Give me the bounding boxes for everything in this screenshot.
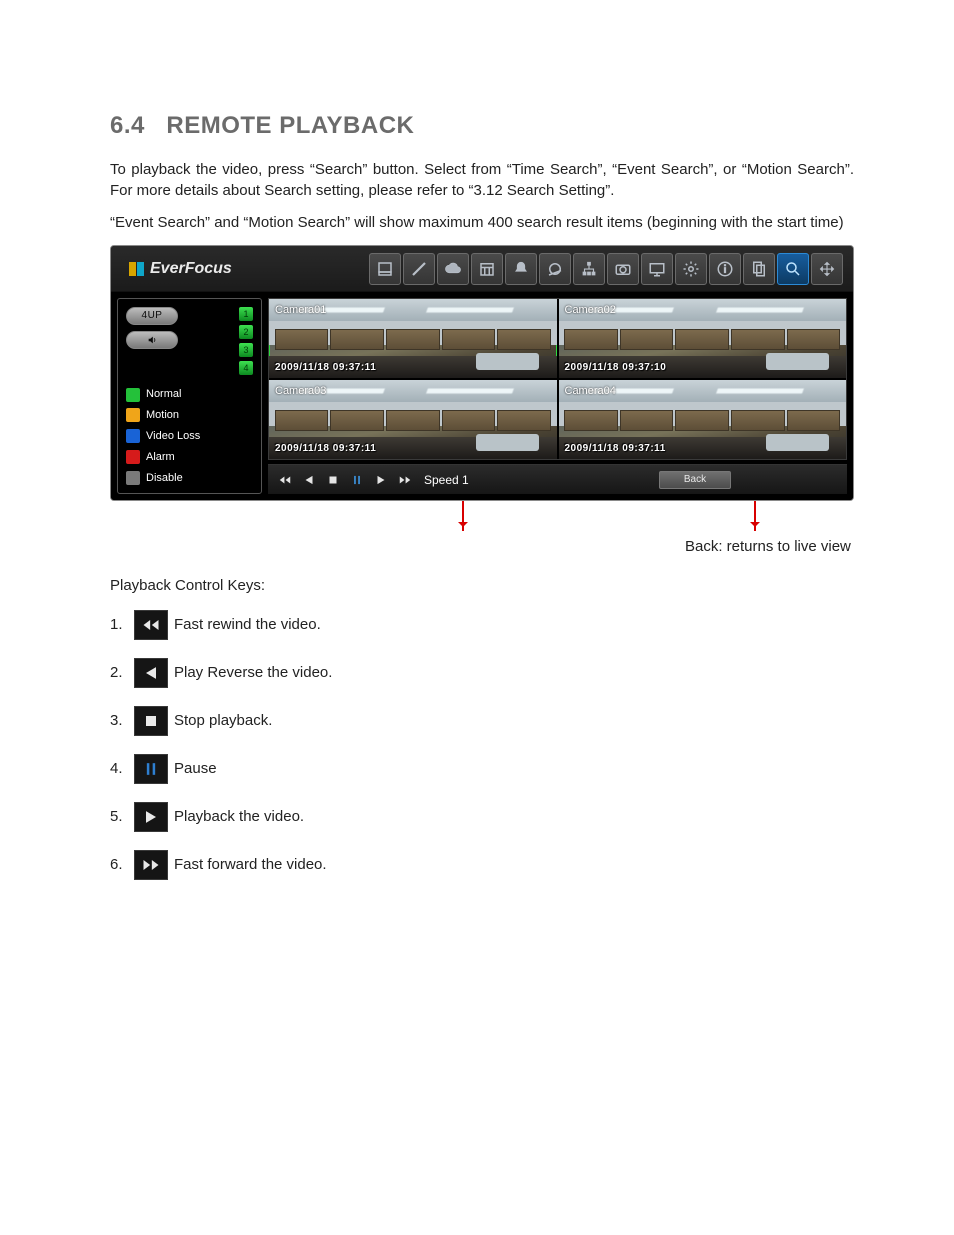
- toolbar-cloud-icon[interactable]: [437, 253, 469, 285]
- camera-2-label: Camera02: [565, 303, 616, 318]
- toolbar-info-icon[interactable]: [709, 253, 741, 285]
- list-item: 6. Fast forward the video.: [110, 850, 854, 880]
- camera-tile-4[interactable]: Camera04 2009/11/18 09:37:11: [559, 380, 847, 459]
- camera-3-timestamp: 2009/11/18 09:37:11: [275, 442, 376, 456]
- back-button[interactable]: Back: [659, 471, 731, 489]
- camera-tile-1[interactable]: Camera01 2009/11/18 09:37:11: [269, 299, 557, 378]
- play-button[interactable]: [370, 469, 392, 491]
- brand-logo: EverFocus: [121, 254, 240, 284]
- fast-forward-button[interactable]: [394, 469, 416, 491]
- section-heading: 6.4 REMOTE PLAYBACK: [110, 110, 854, 142]
- list-item: 5. Playback the video.: [110, 802, 854, 832]
- sidebar: 4UP 1 2 3 4 Normal Motion Video Loss Ala…: [117, 298, 262, 494]
- playback-key-list: 1. Fast rewind the video. 2. Play Revers…: [110, 610, 854, 880]
- brand-text: EverFocus: [150, 258, 232, 280]
- key-text-3: Stop playback.: [174, 711, 272, 731]
- toolbar-slash-icon[interactable]: [403, 253, 435, 285]
- legend-swatch-normal: [126, 388, 140, 402]
- pause-icon: [134, 754, 168, 784]
- key-text-5: Playback the video.: [174, 807, 304, 827]
- fast-forward-icon: [134, 850, 168, 880]
- toolbar-calendar-icon[interactable]: [471, 253, 503, 285]
- play-reverse-icon: [134, 658, 168, 688]
- fast-rewind-icon: [134, 610, 168, 640]
- four-up-button[interactable]: 4UP: [126, 307, 178, 325]
- list-item: 1. Fast rewind the video.: [110, 610, 854, 640]
- toolbar-storage-icon[interactable]: [369, 253, 401, 285]
- cam-indicator-4[interactable]: 4: [239, 361, 253, 375]
- legend-motion: Motion: [146, 408, 179, 423]
- toolbar-camera-icon[interactable]: [607, 253, 639, 285]
- camera-4-timestamp: 2009/11/18 09:37:11: [565, 442, 666, 456]
- camera-2-timestamp: 2009/11/18 09:37:10: [565, 361, 667, 375]
- key-text-1: Fast rewind the video.: [174, 615, 321, 635]
- toolbar-monitor-icon[interactable]: [641, 253, 673, 285]
- toolbar-copy-icon[interactable]: [743, 253, 775, 285]
- toolbar: [369, 253, 843, 285]
- status-legend: Normal Motion Video Loss Alarm Disable: [126, 375, 253, 485]
- key-num-6: 6.: [110, 855, 128, 875]
- cam-indicator-3[interactable]: 3: [239, 343, 253, 357]
- intro-paragraph-2: “Event Search” and “Motion Search” will …: [110, 213, 854, 233]
- pause-button[interactable]: [346, 469, 368, 491]
- key-text-2: Play Reverse the video.: [174, 663, 332, 683]
- section-number: 6.4: [110, 112, 145, 139]
- camera-tile-2[interactable]: Camera02 2009/11/18 09:37:10: [559, 299, 847, 378]
- toolbar-gear-icon[interactable]: [675, 253, 707, 285]
- key-num-1: 1.: [110, 615, 128, 635]
- logo-icon: [129, 262, 144, 276]
- player-screenshot: EverFocus 4UP: [110, 245, 854, 501]
- play-icon: [134, 802, 168, 832]
- play-reverse-button[interactable]: [298, 469, 320, 491]
- speed-label: Speed 1: [424, 472, 469, 488]
- key-num-3: 3.: [110, 711, 128, 731]
- playbar: Speed 1 Back: [268, 464, 847, 494]
- camera-1-label: Camera01: [275, 303, 326, 318]
- toolbar-move-icon[interactable]: [811, 253, 843, 285]
- arrow-to-back: [754, 501, 756, 531]
- key-num-4: 4.: [110, 759, 128, 779]
- arrow-to-controls: [462, 501, 464, 531]
- key-text-6: Fast forward the video.: [174, 855, 327, 875]
- titlebar: EverFocus: [111, 246, 853, 292]
- toolbar-tree-icon[interactable]: [573, 253, 605, 285]
- video-grid: Camera01 2009/11/18 09:37:11 Camera02 20…: [268, 298, 847, 460]
- stop-icon: [134, 706, 168, 736]
- list-item: 2. Play Reverse the video.: [110, 658, 854, 688]
- legend-normal: Normal: [146, 387, 181, 402]
- intro-paragraph-1: To playback the video, press “Search” bu…: [110, 160, 854, 201]
- legend-alarm: Alarm: [146, 450, 175, 465]
- legend-disable: Disable: [146, 471, 183, 486]
- camera-3-label: Camera03: [275, 384, 326, 399]
- camera-tile-3[interactable]: Camera03 2009/11/18 09:37:11: [269, 380, 557, 459]
- keys-title: Playback Control Keys:: [110, 576, 854, 596]
- stop-button[interactable]: [322, 469, 344, 491]
- toolbar-search-icon[interactable]: [777, 253, 809, 285]
- legend-swatch-motion: [126, 408, 140, 422]
- camera-1-timestamp: 2009/11/18 09:37:11: [275, 361, 376, 375]
- toolbar-bell-icon[interactable]: [505, 253, 537, 285]
- legend-videoloss: Video Loss: [146, 429, 200, 444]
- cam-indicator-2[interactable]: 2: [239, 325, 253, 339]
- callout-arrows: [110, 501, 854, 541]
- cam-indicator-1[interactable]: 1: [239, 307, 253, 321]
- legend-swatch-alarm: [126, 450, 140, 464]
- legend-swatch-disable: [126, 471, 140, 485]
- key-num-5: 5.: [110, 807, 128, 827]
- toolbar-circle-slash-icon[interactable]: [539, 253, 571, 285]
- camera-4-label: Camera04: [565, 384, 616, 399]
- audio-button[interactable]: [126, 331, 178, 349]
- fast-rewind-button[interactable]: [274, 469, 296, 491]
- legend-swatch-videoloss: [126, 429, 140, 443]
- list-item: 3. Stop playback.: [110, 706, 854, 736]
- section-title-text: REMOTE PLAYBACK: [166, 112, 414, 139]
- key-num-2: 2.: [110, 663, 128, 683]
- key-text-4: Pause: [174, 759, 217, 779]
- list-item: 4. Pause: [110, 754, 854, 784]
